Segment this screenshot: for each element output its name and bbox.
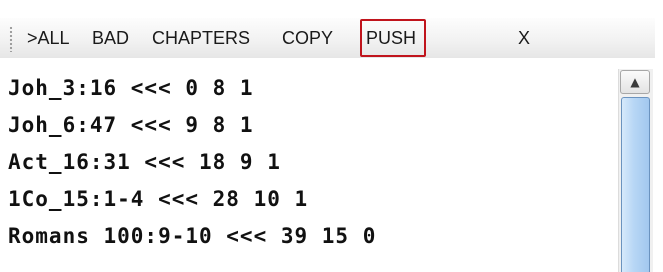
text-editor[interactable]: Joh_3:16 <<< 0 8 1 Joh_6:47 <<< 9 8 1 Ac… <box>0 68 663 272</box>
toolbar-grip-handle[interactable] <box>9 26 13 52</box>
all-button[interactable]: >ALL <box>27 22 70 54</box>
editor-line: Act_16:31 <<< 18 9 1 <box>8 150 281 174</box>
window-edge <box>655 0 663 272</box>
editor-line: 1Co_15:1-4 <<< 28 10 1 <box>8 187 309 211</box>
triangle-up-icon: ▲ <box>630 75 640 89</box>
toolbar: >ALL BAD CHAPTERS COPY PUSH X <box>0 0 663 68</box>
editor-line: Romans 100:9-10 <<< 39 15 0 <box>8 224 377 248</box>
app-window: >ALL BAD CHAPTERS COPY PUSH X Joh_3:16 <… <box>0 0 663 272</box>
editor-line: Joh_6:47 <<< 9 8 1 <box>8 113 254 137</box>
scrollbar-thumb[interactable] <box>621 97 650 272</box>
chapters-button[interactable]: CHAPTERS <box>152 22 250 54</box>
copy-button[interactable]: COPY <box>282 22 333 54</box>
push-button[interactable]: PUSH <box>360 19 427 57</box>
editor-line: Joh_3:16 <<< 0 8 1 <box>8 76 254 100</box>
bad-button[interactable]: BAD <box>92 22 129 54</box>
close-x-button[interactable]: X <box>518 22 530 54</box>
scroll-up-button[interactable]: ▲ <box>620 70 650 94</box>
